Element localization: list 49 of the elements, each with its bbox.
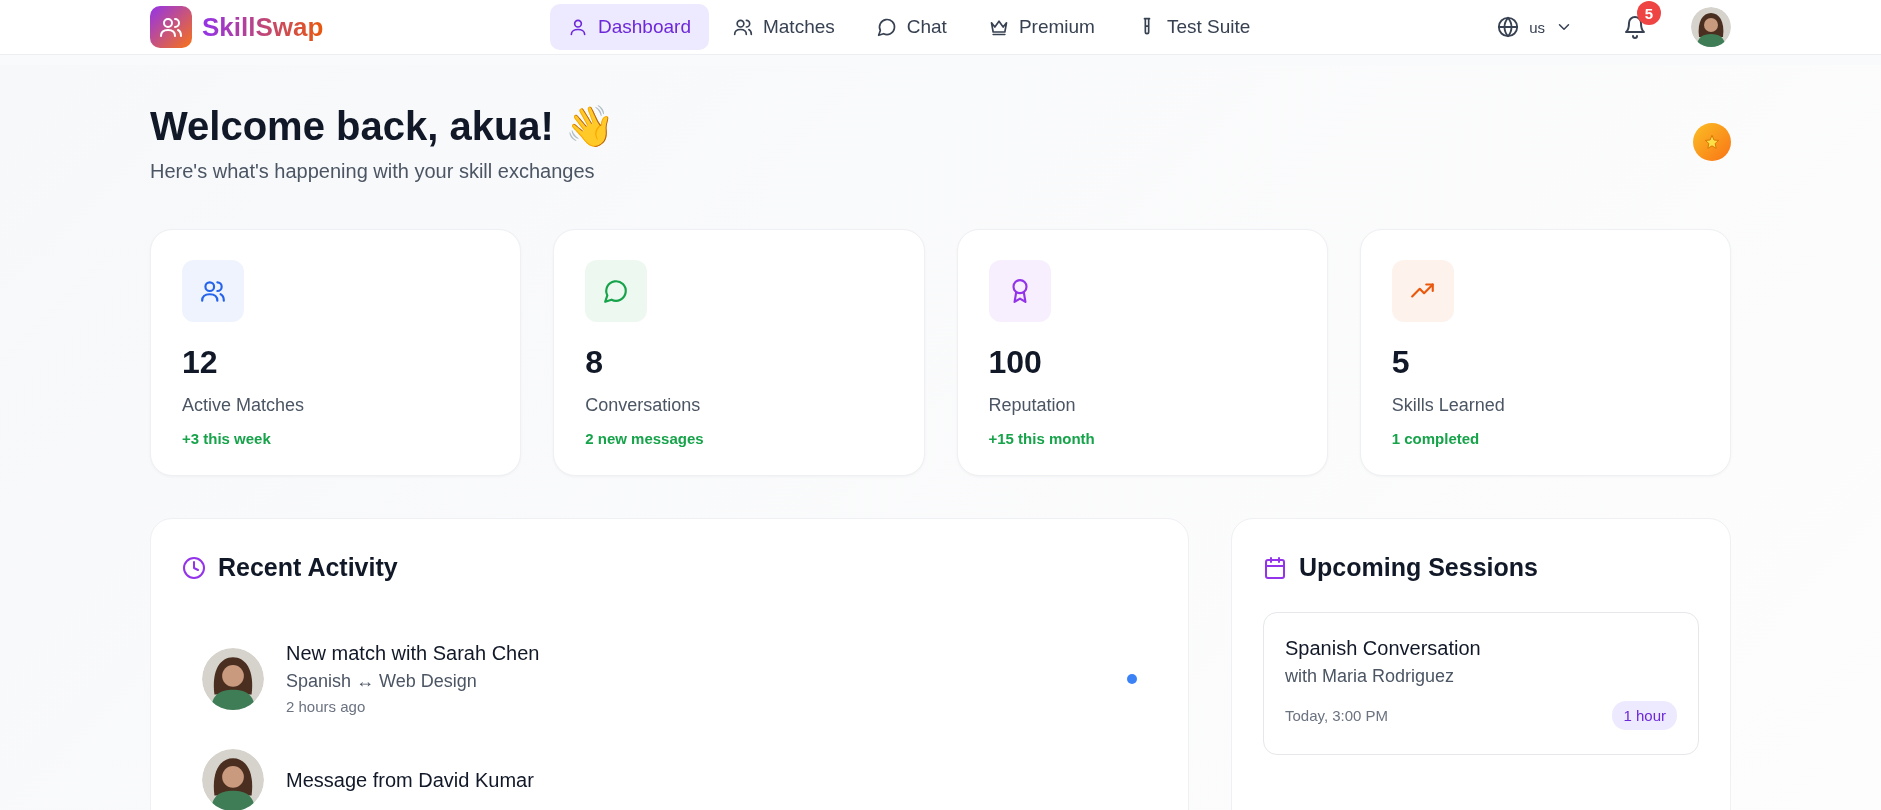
nav-tab[interactable]: Matches: [714, 4, 853, 50]
session-time: Today, 3:00 PM: [1285, 707, 1389, 724]
notification-button[interactable]: [1623, 15, 1647, 39]
app-logo[interactable]: [150, 6, 192, 48]
session-title: Spanish Conversation: [1285, 637, 1482, 660]
nav-tab[interactable]: Dashboard: [550, 4, 709, 50]
activity-title: New match with Sarah Chen: [286, 642, 541, 665]
notification-badge: 5: [1637, 1, 1661, 25]
avatar: [1691, 7, 1731, 47]
session-partner: with Maria Rodriguez: [1285, 666, 1456, 687]
people-icon: [159, 15, 183, 39]
crown-icon: [988, 17, 1009, 37]
stat-label: Reputation: [988, 395, 1077, 416]
stat-change: +15 this month: [988, 430, 1096, 447]
stat-label: Skills Learned: [1391, 395, 1506, 416]
globe-icon: [1497, 16, 1520, 38]
calendar-icon: [1263, 555, 1287, 580]
duration-badge: 1 hour: [1612, 701, 1677, 730]
welcome-subtitle: Here's what's happening with your skill exchanges: [150, 160, 596, 183]
premium-badge[interactable]: [1693, 123, 1731, 161]
chat-bubble-icon: [876, 17, 897, 37]
stat-value: 5: [1391, 344, 1411, 381]
star-icon: [1704, 134, 1720, 150]
language-selector[interactable]: us: [1491, 15, 1579, 39]
panel-title: Upcoming Sessions: [1299, 553, 1538, 582]
activity-title: Message from David Kumar: [286, 768, 535, 792]
activity-detail: Spanish ↔ Web Design: [286, 671, 478, 692]
bell-icon: [1623, 15, 1647, 39]
stat-label: Active Matches: [182, 395, 306, 416]
stat-value: 12: [182, 344, 219, 381]
welcome-heading: Welcome back, akua! 👋: [150, 103, 615, 150]
nav-tab[interactable]: Chat: [858, 4, 965, 50]
nav-tab[interactable]: Premium: [970, 4, 1113, 50]
user-avatar[interactable]: [1691, 7, 1731, 47]
activity-time: 2 hours ago: [286, 698, 367, 715]
stat-label: Conversations: [585, 395, 702, 416]
person-icon: [568, 17, 588, 37]
stat-change: 2 new messages: [585, 430, 705, 447]
panel-title: Recent Activity: [218, 553, 398, 582]
nav-tab[interactable]: Test Suite: [1118, 4, 1269, 50]
avatar: [202, 647, 264, 710]
people-icon: [732, 17, 753, 37]
clock-icon: [182, 555, 206, 580]
session-card[interactable]: Spanish Conversation with Maria Rodriguez Today, 3:00 PM 1 hour: [1263, 612, 1699, 755]
avatar: [202, 749, 264, 810]
stat-value: 8: [585, 344, 605, 381]
stat-change: 1 completed: [1391, 430, 1481, 447]
stat-value: 100: [988, 344, 1043, 381]
stat-change: +3 this week: [182, 430, 272, 447]
